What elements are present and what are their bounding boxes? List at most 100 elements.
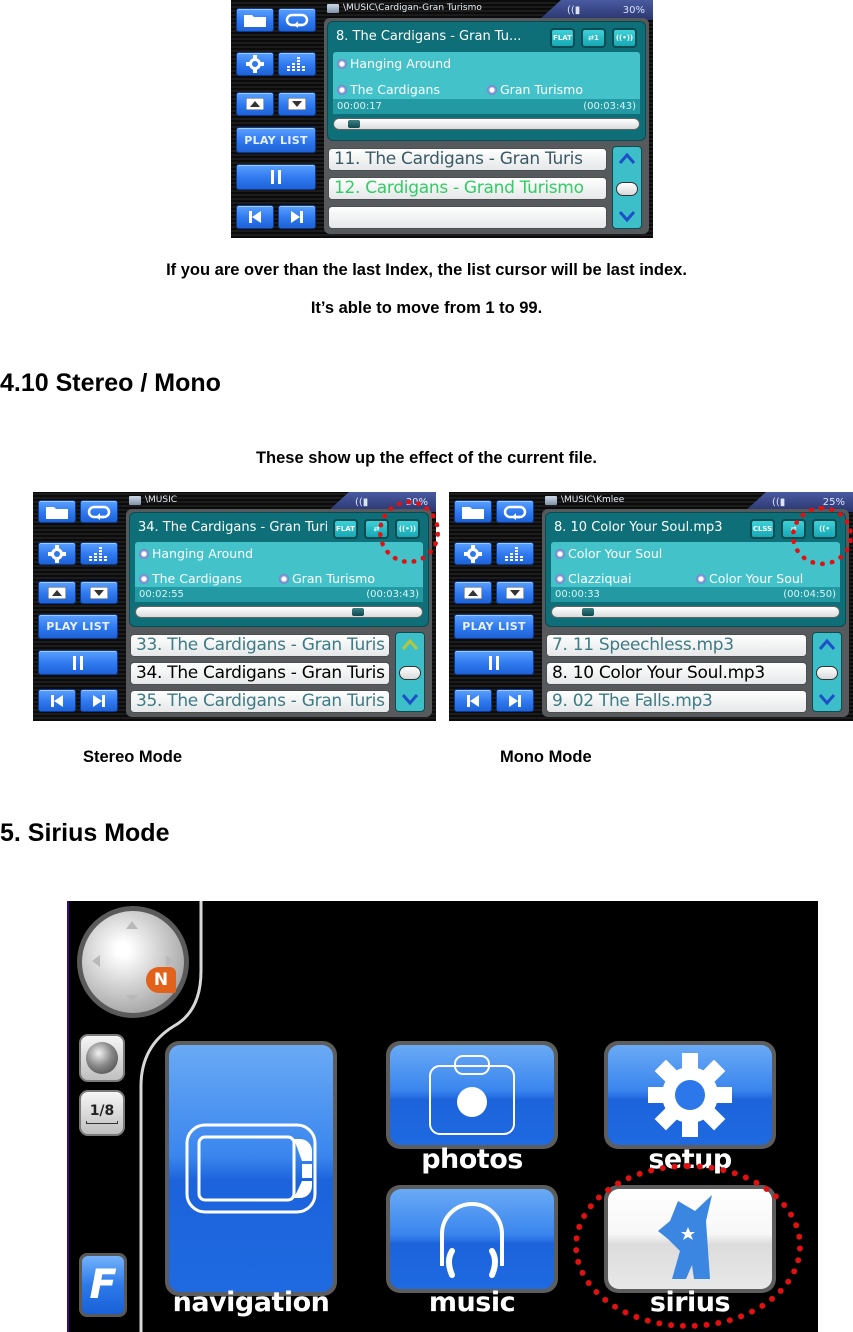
navigation-tile[interactable] (165, 1041, 337, 1296)
playlist-scrollbar[interactable] (812, 632, 842, 712)
progress-slider[interactable] (333, 118, 640, 130)
scroll-up-button[interactable] (38, 581, 76, 604)
repeat-button[interactable] (278, 8, 316, 32)
pause-button[interactable] (454, 650, 534, 675)
time-bar: 00:02:55 (00:03:43) (135, 587, 423, 602)
previous-track-button[interactable] (38, 689, 76, 712)
scroll-thumb[interactable] (616, 182, 638, 196)
settings-button[interactable] (38, 542, 76, 565)
scroll-thumb[interactable] (816, 666, 838, 680)
song-title-text: Color Your Soul (568, 546, 663, 561)
scroll-up-arrow[interactable] (613, 147, 641, 169)
progress-knob[interactable] (348, 120, 360, 128)
north-indicator-icon: N (146, 967, 176, 993)
track-info-box: Hanging Around The Cardigans Gran Turismo 0… (135, 542, 423, 602)
repeat-button[interactable] (496, 500, 534, 523)
repeat-icon (502, 504, 528, 520)
equalizer-icon (504, 546, 526, 562)
previous-icon (467, 694, 479, 707)
scroll-down-arrow[interactable] (613, 206, 641, 228)
playlist-scrollbar[interactable] (395, 632, 425, 712)
scroll-down-arrow[interactable] (813, 689, 841, 711)
progress-slider[interactable] (551, 606, 840, 618)
scroll-down-button[interactable] (278, 92, 316, 116)
playlist-item[interactable]: 33. The Cardigans - Gran Turis (130, 634, 390, 657)
sound-effect-button[interactable]: CLSS (750, 519, 775, 539)
playlist-item[interactable]: 9. 02 The Falls.mp3 (546, 690, 807, 713)
scroll-down-arrow[interactable] (396, 689, 424, 711)
next-track-button[interactable] (80, 689, 118, 712)
album-name: Color Your Soul (696, 571, 803, 586)
folder-path-text: \MUSIC\Cardigan-Gran Turismo (343, 3, 482, 13)
equalizer-button[interactable] (496, 542, 534, 565)
pause-button[interactable] (236, 164, 316, 190)
next-track-button[interactable] (496, 689, 534, 712)
settings-button[interactable] (236, 52, 274, 76)
scroll-up-button[interactable] (454, 581, 492, 604)
settings-button[interactable] (454, 542, 492, 565)
equalizer-button[interactable] (80, 542, 118, 565)
artist-disc-icon (555, 573, 565, 584)
sound-effect-button-label: FLAT (553, 34, 572, 42)
song-title: Hanging Around (139, 546, 253, 561)
pause-button[interactable] (38, 650, 118, 675)
pause-icon (488, 655, 500, 670)
previous-track-button[interactable] (454, 689, 492, 712)
music-tile[interactable] (386, 1185, 558, 1293)
repeat-mode-button[interactable]: ⇄1 (581, 28, 606, 48)
playlist-button[interactable]: PLAY LIST (454, 614, 534, 639)
scroll-down-button[interactable] (80, 581, 118, 604)
folder-button[interactable] (236, 8, 274, 32)
compass-button[interactable]: N (77, 906, 189, 1018)
map-scale-button[interactable]: 1/8 (79, 1090, 125, 1136)
f-logo-button[interactable]: F (79, 1253, 127, 1317)
pause-icon (270, 170, 282, 184)
progress-knob[interactable] (352, 608, 364, 616)
playlist-item[interactable]: 34. The Cardigans - Gran Turis (130, 662, 390, 685)
scroll-down-button[interactable] (496, 581, 534, 604)
repeat-icon (86, 504, 112, 520)
playlist-button-label: PLAY LIST (46, 620, 110, 633)
camera-icon (429, 1055, 515, 1135)
playlist-item[interactable]: 11. The Cardigans - Gran Turis (328, 148, 607, 171)
previous-track-button[interactable] (236, 205, 274, 229)
playlist-button[interactable]: PLAY LIST (236, 127, 316, 153)
folder-button[interactable] (454, 500, 492, 523)
playlist-item[interactable]: 7. 11 Speechless.mp3 (546, 634, 807, 657)
folder-path-icon (129, 495, 141, 505)
sound-effect-button[interactable]: FLAT (333, 519, 358, 539)
sound-effect-button[interactable]: FLAT (550, 28, 575, 48)
globe-view-button[interactable] (79, 1034, 125, 1082)
next-track-button[interactable] (278, 205, 316, 229)
progress-knob[interactable] (582, 608, 594, 616)
repeat-button[interactable] (80, 500, 118, 523)
playlist-item[interactable] (328, 206, 607, 229)
repeat-mode-button-label: ⇄1 (588, 34, 599, 42)
chevron-up-icon (818, 638, 836, 650)
album-name-text: Color Your Soul (709, 571, 804, 586)
speaker-icon: ((▮ (772, 496, 786, 508)
setup-tile[interactable] (604, 1041, 776, 1149)
section-heading-stereo-mono: 4.10 Stereo / Mono (0, 369, 221, 397)
playlist-item[interactable]: 8. 10 Color Your Soul.mp3 (546, 662, 807, 685)
speaker-icon: ((▮ (355, 496, 369, 508)
playlist-scrollbar[interactable] (612, 146, 642, 229)
playlist-item[interactable]: 12. Cardigans - Grand Turismo (328, 177, 607, 200)
equalizer-button[interactable] (278, 52, 316, 76)
photos-tile[interactable] (386, 1041, 558, 1149)
scroll-up-arrow[interactable] (396, 633, 424, 655)
progress-slider[interactable] (135, 606, 423, 618)
scroll-up-button[interactable] (236, 92, 274, 116)
previous-icon (51, 694, 63, 707)
sound-effect-button-label: CLSS (752, 525, 773, 533)
scroll-thumb[interactable] (399, 666, 421, 680)
elapsed-time: 00:00:17 (337, 101, 382, 112)
playlist-item[interactable]: 35. The Cardigans - Gran Turis (130, 690, 390, 713)
stereo-mono-button[interactable]: ((•)) (612, 28, 637, 48)
scroll-up-arrow[interactable] (813, 633, 841, 655)
total-time: (00:03:43) (366, 589, 419, 600)
caption-range: It’s able to move from 1 to 99. (310, 299, 543, 317)
folder-button[interactable] (38, 500, 76, 523)
playlist-button[interactable]: PLAY LIST (38, 614, 118, 639)
folder-path: \MUSIC\Cardigan-Gran Turismo (327, 3, 482, 13)
